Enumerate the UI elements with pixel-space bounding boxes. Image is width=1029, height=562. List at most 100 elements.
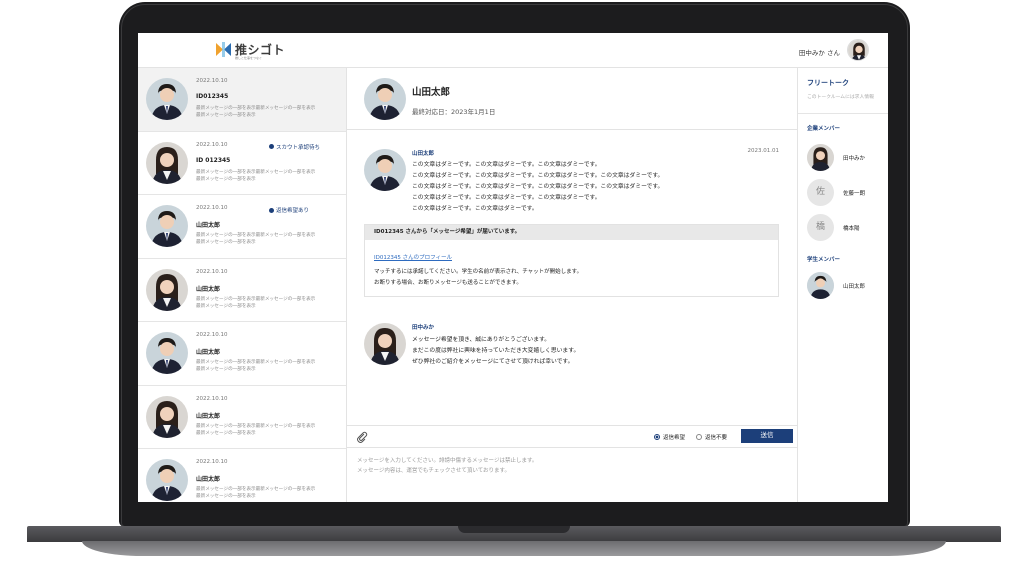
status-badge-label: スカウト承認待ち <box>276 144 321 151</box>
conversation-preview: 最新メッセージの一部を表示最新メッセージの一部を表示最新メッセージの一部を表示 <box>196 423 316 436</box>
member-item[interactable]: 佐 佐藤一朗 <box>807 179 887 206</box>
message-sender: 田中みか <box>412 325 435 331</box>
conversation-preview: 最新メッセージの一部を表示最新メッセージの一部を表示最新メッセージの一部を表示 <box>196 360 316 372</box>
conversation-item[interactable]: 2022.10.10 山田太郎 最新メッセージの一部を表示最新メッセージの一部を表示… <box>138 449 346 502</box>
notice-text: マッチするには承諾してください。学生の名前が表示され、チャットが開始します。 <box>374 269 583 275</box>
conversation-preview: 最新メッセージの一部を表示最新メッセージの一部を表示最新メッセージの一部を表示 <box>196 169 316 182</box>
radio-label: 返信希望 <box>663 435 686 441</box>
male-student-icon <box>146 459 188 501</box>
member-initial-avatar: 橋 <box>807 214 834 241</box>
member-name: 佐藤一朗 <box>843 191 866 197</box>
message-line: この文章はダミーです。この文章はダミーです。 <box>412 206 538 212</box>
no-reply-radio[interactable]: 返信不要 <box>696 433 727 441</box>
conversation-name: ID012345 <box>196 93 229 100</box>
notice-header: ID012345 さんから「メッセージ希望」が届いています。 <box>365 225 778 240</box>
radio-label: 返信不要 <box>705 435 728 441</box>
conversation-name: ID 012345 <box>196 156 231 164</box>
status-badge: 返信希望あり <box>269 206 309 214</box>
room-description: このトークルームには求人情報 <box>807 95 874 100</box>
conversation-item[interactable]: 2022.10.10 山田太郎最新メッセージの一部を表示最新メッセージの一部を表示… <box>138 322 346 386</box>
conversation-item[interactable]: 2022.10.10 ID012345 最新メッセージの一部を表示最新メッセージの一… <box>138 68 346 132</box>
room-info-panel: フリートーク このトークルームには求人情報 企業メンバー 田中みか 佐 佐藤一朗… <box>797 68 888 502</box>
attachment-icon[interactable] <box>356 431 368 443</box>
laptop-notch <box>458 526 570 533</box>
message-date: 2023.01.01 <box>747 148 780 154</box>
member-name: 田中みか <box>843 156 866 162</box>
member-avatar <box>807 272 834 299</box>
reply-requested-radio[interactable]: 返信希望 <box>654 433 685 441</box>
input-placeholder: メッセージを入力してください。誹謗中傷するメッセージは禁止します。 <box>357 458 538 464</box>
conversation-date: 2022.10.10 <box>196 78 228 84</box>
radio-unselected-icon <box>696 434 702 440</box>
room-title: フリートーク <box>807 79 849 87</box>
member-item[interactable]: 山田太郎 <box>807 272 887 299</box>
member-item[interactable]: 橋 橋本陽 <box>807 214 887 241</box>
company-members-heading: 企業メンバー <box>807 126 841 132</box>
conversation-date: 2022.10.10 <box>196 395 228 402</box>
app-header: 推シゴト 推しと仕事をつなぐ 田中みか さん <box>138 33 888 68</box>
conversation-name: 山田太郎 <box>196 222 221 229</box>
input-placeholder: メッセージ内容は、運営でもチェックさせて頂いております。 <box>357 468 511 474</box>
conversation-name: 山田太郎 <box>196 412 221 420</box>
message-input[interactable]: メッセージを入力してください。誹謗中傷するメッセージは禁止します。 メッセージ内… <box>357 456 777 476</box>
female-student-icon <box>146 268 188 311</box>
conversation-date: 2022.10.10 <box>196 268 228 275</box>
message-request-notice: ID012345 さんから「メッセージ希望」が届いています。 ID012345 … <box>364 224 779 297</box>
last-response-date: 最終対応日：2023年1月1日 <box>412 108 496 116</box>
current-user-name[interactable]: 田中みか さん <box>799 47 840 57</box>
member-avatar <box>807 144 834 171</box>
message-line: メッセージ希望を頂き、誠にありがとうございます。 <box>412 337 551 343</box>
compose-toolbar: 返信希望 返信不要 送信 <box>347 425 797 448</box>
conversation-name: 山田太郎 <box>196 476 221 483</box>
chat-header: 山田太郎 最終対応日：2023年1月1日 <box>347 68 797 130</box>
divider <box>798 113 888 114</box>
conversation-preview: 最新メッセージの一部を表示最新メッセージの一部を表示最新メッセージの一部を表示 <box>196 296 316 309</box>
message-incoming: 山田太郎 2023.01.01 この文章はダミーです。この文章はダミーです。この… <box>347 143 797 212</box>
conversation-item[interactable]: 2022.10.10 返信希望あり 山田太郎 最新メッセージの一部を表示最新メッセージ… <box>138 195 346 259</box>
student-members-heading: 学生メンバー <box>807 257 841 263</box>
conversation-date: 2022.10.10 <box>196 141 228 148</box>
message-sender: 山田太郎 <box>412 151 435 157</box>
conversation-item[interactable]: 2022.10.10 スカウト承認待ち ID 012345 最新メッセージの一部を表示… <box>138 131 346 195</box>
logo-mark-icon <box>215 41 232 58</box>
laptop-mockup: 推シゴト 推しと仕事をつなぐ 田中みか さん 2022.10.10 ID01234… <box>0 0 1029 562</box>
message-line: この文章はダミーです。この文章はダミーです。この文章はダミーです。この文章はダミ… <box>412 173 664 179</box>
conversation-item[interactable]: 2022.10.10 山田太郎最新メッセージの一部を表示最新メッセージの一部を表示… <box>138 258 346 322</box>
conversation-date: 2022.10.10 <box>196 332 228 338</box>
member-name: 橋本陽 <box>843 226 860 232</box>
message-line: この文章はダミーです。この文章はダミーです。この文章はダミーです。 <box>412 162 601 168</box>
message-line: まだこの度は弊社に興味を持っていただき大変嬉しく思います。 <box>412 348 580 354</box>
message-line: この文章はダミーです。この文章はダミーです。この文章はダミーです。この文章はダミ… <box>412 184 664 190</box>
notice-text: お断りする場合、お断りメッセージも送ることができます。 <box>374 280 522 286</box>
conversation-name: 山田太郎 <box>196 285 221 293</box>
chat-partner-name: 山田太郎 <box>412 87 451 98</box>
member-item[interactable]: 田中みか <box>807 144 887 171</box>
brand-tagline: 推しと仕事をつなぐ <box>235 56 263 60</box>
male-student-icon <box>146 332 188 374</box>
message-outgoing: 田中みか メッセージ希望を頂き、誠にありがとうございます。 まだこの度は弊社に興… <box>347 320 797 380</box>
laptop-base-lip <box>82 541 946 556</box>
status-badge-label: 返信希望あり <box>276 208 310 214</box>
female-student-icon <box>146 141 188 184</box>
sender-avatar <box>364 149 406 191</box>
status-badge: スカウト承認待ち <box>269 143 320 151</box>
male-student-icon <box>146 78 188 120</box>
send-button[interactable]: 送信 <box>741 429 793 443</box>
female-student-icon <box>146 395 188 438</box>
user-avatar[interactable] <box>847 39 869 61</box>
conversation-item[interactable]: 2022.10.10 山田太郎最新メッセージの一部を表示最新メッセージの一部を表示… <box>138 385 346 449</box>
member-initial-avatar: 佐 <box>807 179 834 206</box>
sender-avatar <box>364 323 406 365</box>
status-dot-icon <box>269 144 274 149</box>
conversation-date: 2022.10.10 <box>196 205 228 211</box>
message-line: ぜひ弊社のご紹介をメッセージにてさせて頂ければ幸いです。 <box>412 359 574 365</box>
chat-partner-avatar[interactable] <box>364 78 406 120</box>
member-name: 山田太郎 <box>843 284 866 290</box>
male-student-icon <box>146 205 188 247</box>
message-line: この文章はダミーです。この文章はダミーです。この文章はダミーです。 <box>412 195 601 201</box>
conversation-name: 山田太郎 <box>196 349 221 356</box>
profile-link[interactable]: ID012345 さんのプロフィール <box>374 253 452 261</box>
conversation-list[interactable]: 2022.10.10 ID012345 最新メッセージの一部を表示最新メッセージの一… <box>138 68 347 502</box>
app-screen: 推シゴト 推しと仕事をつなぐ 田中みか さん 2022.10.10 ID01234… <box>138 33 888 502</box>
chat-panel: 山田太郎 最終対応日：2023年1月1日 山田太郎 2023.01.01 この文… <box>347 68 797 502</box>
